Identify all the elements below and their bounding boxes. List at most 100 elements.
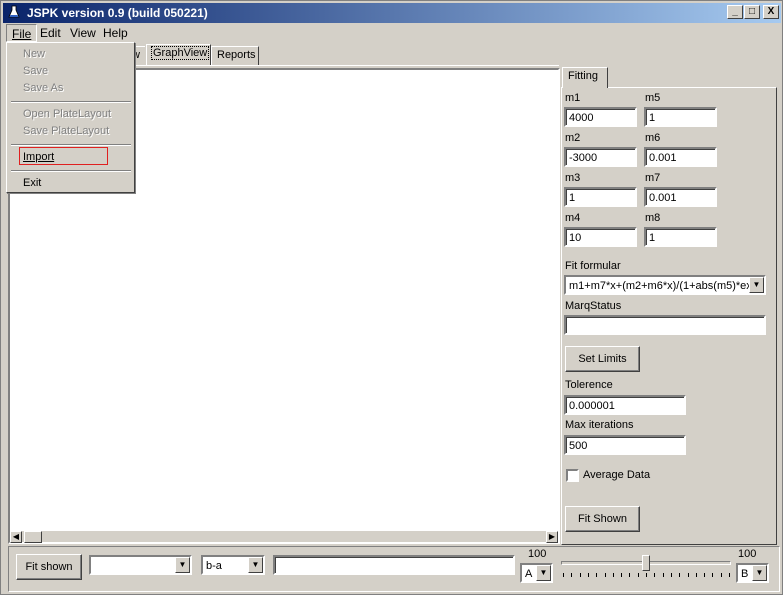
- slider-tick: [637, 573, 639, 577]
- average-data-label: Average Data: [583, 469, 651, 481]
- menu-view-label: View: [70, 26, 96, 40]
- menu-separator: [11, 101, 131, 103]
- menu-separator: [11, 144, 131, 146]
- chevron-down-icon[interactable]: ▼: [175, 557, 190, 573]
- param-m1-label: m1: [565, 92, 581, 104]
- right-max-label: 100: [738, 548, 757, 560]
- menu-save[interactable]: Save: [23, 65, 48, 77]
- chevron-down-icon[interactable]: ▼: [749, 277, 764, 293]
- close-button[interactable]: X: [763, 5, 779, 19]
- slider-tick: [712, 573, 714, 577]
- title-bar[interactable]: JSPK version 0.9 (build 050221) _ □ X: [3, 3, 781, 23]
- slider-tick: [621, 573, 623, 577]
- param-m8-input[interactable]: 1: [644, 227, 717, 247]
- param-m6-label: m6: [645, 132, 661, 144]
- menu-help[interactable]: Help: [98, 24, 133, 42]
- tab-graphview-label: GraphView: [150, 46, 210, 60]
- chevron-down-icon[interactable]: ▼: [536, 565, 551, 581]
- param-m6-input[interactable]: 0.001: [644, 147, 717, 167]
- slider-tick: [646, 573, 647, 577]
- chevron-down-icon[interactable]: ▼: [248, 557, 263, 573]
- scroll-right-icon[interactable]: ▶: [546, 531, 558, 543]
- param-m8-label: m8: [645, 212, 661, 224]
- graph-horizontal-scrollbar[interactable]: ◀ ▶: [10, 530, 558, 543]
- tab-fitting-label: Fitting: [568, 70, 598, 82]
- param-m5-input[interactable]: 1: [644, 107, 717, 127]
- slider-tick: [662, 573, 664, 577]
- slider-tick: [695, 573, 697, 577]
- param-m4-label: m4: [565, 212, 581, 224]
- scroll-thumb[interactable]: [24, 531, 42, 543]
- set-limits-button[interactable]: Set Limits: [565, 346, 640, 372]
- operation-select[interactable]: b-a ▼: [201, 555, 265, 575]
- param-m4-input[interactable]: 10: [564, 227, 637, 247]
- tolerance-label: Tolerence: [565, 379, 613, 391]
- slider-tick: [579, 573, 581, 577]
- menu-save-as[interactable]: Save As: [23, 82, 63, 94]
- average-data-checkbox[interactable]: [566, 469, 579, 482]
- marq-status-field[interactable]: [564, 315, 766, 335]
- menu-import[interactable]: Import: [23, 151, 54, 163]
- slider-tick: [720, 573, 722, 577]
- max-iterations-input[interactable]: 500: [564, 435, 686, 455]
- param-m5-label: m5: [645, 92, 661, 104]
- main-window: JSPK version 0.9 (build 050221) _ □ X Fi…: [0, 0, 783, 595]
- slider-tick: [687, 573, 689, 577]
- formula-select-value: m1+m7*x+(m2+m6*x)/(1+abs(m5)*exp(: [569, 280, 762, 292]
- marq-status-label: MarqStatus: [565, 300, 622, 312]
- tab-fitting[interactable]: Fitting: [562, 67, 608, 88]
- menu-new[interactable]: New: [23, 48, 45, 60]
- tab-reports[interactable]: Reports: [211, 46, 259, 65]
- param-m2-input[interactable]: -3000: [564, 147, 637, 167]
- chevron-down-icon[interactable]: ▼: [752, 565, 767, 581]
- menu-view[interactable]: View: [65, 24, 101, 42]
- left-max-label: 100: [528, 548, 547, 560]
- range-slider-thumb[interactable]: [642, 555, 650, 571]
- slider-tick: [729, 573, 730, 577]
- operation-select-value: b-a: [206, 560, 222, 572]
- slider-tick: [596, 573, 598, 577]
- curve-select[interactable]: ▼: [89, 555, 192, 575]
- right-channel-select[interactable]: B ▼: [736, 563, 769, 583]
- file-menu-dropdown: New Save Save As Open PlateLayout Save P…: [6, 42, 135, 193]
- tab-graphview[interactable]: GraphView: [146, 44, 211, 65]
- param-m7-input[interactable]: 0.001: [644, 187, 717, 207]
- menu-exit[interactable]: Exit: [23, 177, 41, 189]
- slider-tick: [654, 573, 656, 577]
- param-m3-input[interactable]: 1: [564, 187, 637, 207]
- left-channel-value: A: [525, 568, 533, 580]
- fit-shown-panel-button[interactable]: Fit Shown: [565, 506, 640, 532]
- right-channel-value: B: [741, 568, 749, 580]
- slider-tick: [704, 573, 706, 577]
- max-iterations-label: Max iterations: [565, 419, 634, 431]
- tab-reports-label: Reports: [217, 49, 256, 61]
- minimize-button[interactable]: _: [727, 5, 743, 19]
- menu-file[interactable]: File: [6, 24, 38, 42]
- menu-file-label: File: [12, 27, 32, 41]
- slider-tick: [604, 573, 606, 577]
- menu-bar: File Edit View Help: [3, 24, 781, 43]
- maximize-button[interactable]: □: [744, 5, 760, 19]
- menu-open-plate-layout[interactable]: Open PlateLayout: [23, 108, 111, 120]
- param-m3-label: m3: [565, 172, 581, 184]
- menu-edit-label: Edit: [40, 26, 61, 40]
- formula-select[interactable]: m1+m7*x+(m2+m6*x)/(1+abs(m5)*exp( ▼: [564, 275, 766, 295]
- menu-save-plate-layout[interactable]: Save PlateLayout: [23, 125, 109, 137]
- param-m2-label: m2: [565, 132, 581, 144]
- scroll-left-icon[interactable]: ◀: [10, 531, 22, 543]
- param-m7-label: m7: [645, 172, 661, 184]
- fit-shown-button[interactable]: Fit shown: [16, 554, 82, 580]
- tolerance-input[interactable]: 0.000001: [564, 395, 686, 415]
- slider-tick: [587, 573, 589, 577]
- slider-tick: [679, 573, 681, 577]
- slider-tick: [629, 573, 631, 577]
- slider-tick: [563, 573, 564, 577]
- left-channel-select[interactable]: A ▼: [520, 563, 553, 583]
- slider-tick: [612, 573, 614, 577]
- slider-tick: [670, 573, 672, 577]
- menu-edit[interactable]: Edit: [35, 24, 66, 42]
- bottom-text-field[interactable]: [273, 555, 515, 575]
- app-flask-icon: [8, 5, 20, 18]
- param-m1-input[interactable]: 4000: [564, 107, 637, 127]
- window-title: JSPK version 0.9 (build 050221): [27, 6, 208, 20]
